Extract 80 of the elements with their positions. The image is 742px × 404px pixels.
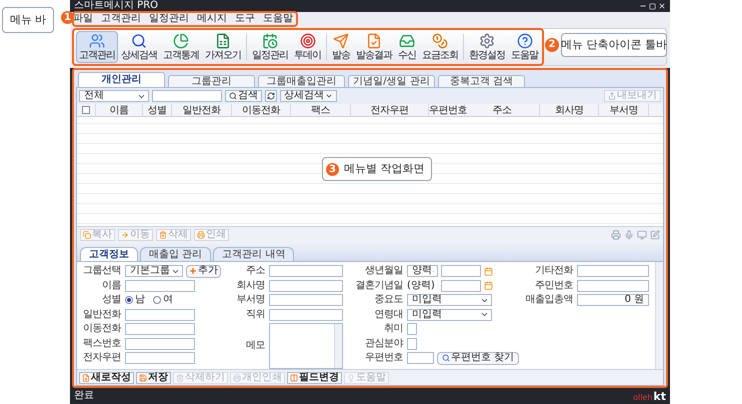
- menu-item[interactable]: 고객관리: [101, 14, 141, 24]
- toolbar-button[interactable]: 도움말: [508, 31, 541, 63]
- field-label: 팩스번호: [82, 338, 121, 350]
- tab[interactable]: 개인관리: [78, 72, 165, 87]
- toolbar-button[interactable]: 발송: [329, 31, 353, 63]
- filter-dropdown[interactable]: 전체: [79, 90, 149, 102]
- column-header[interactable]: 일반전화: [172, 104, 232, 116]
- toolbar-button[interactable]: 고객관리: [76, 31, 118, 63]
- toolbar-button[interactable]: 수신: [395, 31, 419, 63]
- toolbar-button[interactable]: 발송결과: [353, 31, 395, 63]
- toolbar-button[interactable]: 가져오기: [202, 31, 244, 63]
- field-label: 연령대: [374, 308, 403, 320]
- field-label: 주민번호: [534, 280, 574, 292]
- field-label: 직위: [245, 308, 265, 320]
- callout-box: 메뉴 바: [2, 7, 54, 33]
- menu-item[interactable]: 파일: [73, 14, 93, 24]
- field-label: 일반전화: [82, 308, 121, 320]
- column-header[interactable]: 전자우편: [351, 104, 429, 116]
- column-header[interactable]: 우편번호: [429, 104, 465, 116]
- callout-number: 3: [326, 162, 339, 176]
- window-title: 스마트메시지 PRO: [74, 1, 158, 11]
- group-dropdown[interactable]: 기본그룹: [125, 265, 183, 277]
- field-label: 매출입총액: [525, 294, 574, 306]
- field-label: 관심분야: [364, 338, 403, 350]
- search-button[interactable]: 검색: [225, 90, 262, 102]
- form-button[interactable]: 저장: [136, 372, 171, 384]
- add-button[interactable]: 추가: [186, 264, 221, 278]
- form-button[interactable]: 필드변경: [287, 372, 342, 384]
- toolbar-button[interactable]: 요금조회: [419, 31, 461, 63]
- calendar-type-label: (양력): [407, 280, 436, 290]
- toolbar-button[interactable]: 투데이: [291, 31, 324, 63]
- zip-search-button[interactable]: 우편번호 찾기: [437, 352, 520, 364]
- tab[interactable]: 고객관리 내역: [213, 247, 294, 261]
- tab[interactable]: 중복고객 검색: [438, 75, 525, 87]
- column-header[interactable]: 팩스: [291, 104, 351, 116]
- tab[interactable]: 기념일/생일 관리: [348, 75, 435, 87]
- tab[interactable]: 그룹관리: [168, 75, 255, 87]
- form-button[interactable]: 새로작성: [79, 372, 134, 384]
- field-label: 메모: [245, 340, 265, 352]
- column-header[interactable]: 회사명: [540, 104, 599, 116]
- radio-option[interactable]: 남: [125, 295, 145, 305]
- toolbar-button[interactable]: 일정관리: [249, 31, 291, 63]
- menu-item[interactable]: 메시지: [197, 14, 227, 24]
- menu-item[interactable]: 일정관리: [149, 14, 189, 24]
- callout-box: 메뉴 단축아이콘 툴바: [561, 33, 667, 57]
- callout-text: 메뉴별 작업화면: [344, 160, 424, 177]
- field-label: 중요도: [374, 294, 403, 306]
- toolbar-button[interactable]: 고객통계: [160, 31, 202, 63]
- column-header[interactable]: 이름: [96, 104, 143, 116]
- field-label: 우편번호: [364, 352, 403, 364]
- tab[interactable]: 고객정보: [80, 247, 138, 261]
- brand-logo: olleh kt: [633, 390, 666, 402]
- field-label: 이동전화: [82, 323, 121, 335]
- menu-item[interactable]: 도움말: [263, 14, 293, 24]
- toolbar-button[interactable]: 환경설정: [466, 31, 508, 63]
- field-label: 그룹선택: [82, 265, 121, 277]
- radio-option[interactable]: 여: [153, 295, 173, 305]
- calendar-type-dropdown[interactable]: 양력: [407, 265, 438, 277]
- field-label: 회사명: [236, 280, 265, 292]
- field-label: 주소: [245, 265, 265, 277]
- tab[interactable]: 매출입 관리: [140, 247, 212, 261]
- field-label: 기타전화: [534, 265, 574, 277]
- tab[interactable]: 그룹매출입관리: [258, 75, 345, 87]
- detail-search-button[interactable]: 상세검색: [280, 90, 337, 102]
- menu-item[interactable]: 도구: [235, 14, 255, 24]
- dropdown[interactable]: 미입력: [407, 308, 492, 320]
- toolbar-button[interactable]: 상세검색: [118, 31, 160, 63]
- column-header[interactable]: 성별: [143, 104, 172, 116]
- field-label: 부서명: [236, 294, 265, 306]
- amount-field[interactable]: 0 원: [577, 294, 650, 306]
- field-label: 취미: [383, 323, 403, 335]
- status-text: 완료: [74, 391, 94, 401]
- column-header[interactable]: 부서명: [599, 104, 649, 116]
- dropdown[interactable]: 미입력: [407, 294, 492, 306]
- field-label: 성별: [101, 294, 121, 306]
- column-header[interactable]: 이동전화: [232, 104, 291, 116]
- field-label: 전자우편: [82, 352, 121, 364]
- field-label: 생년월일: [364, 265, 403, 277]
- field-label: 이름: [101, 280, 121, 292]
- field-label: 결혼기념일: [354, 280, 403, 292]
